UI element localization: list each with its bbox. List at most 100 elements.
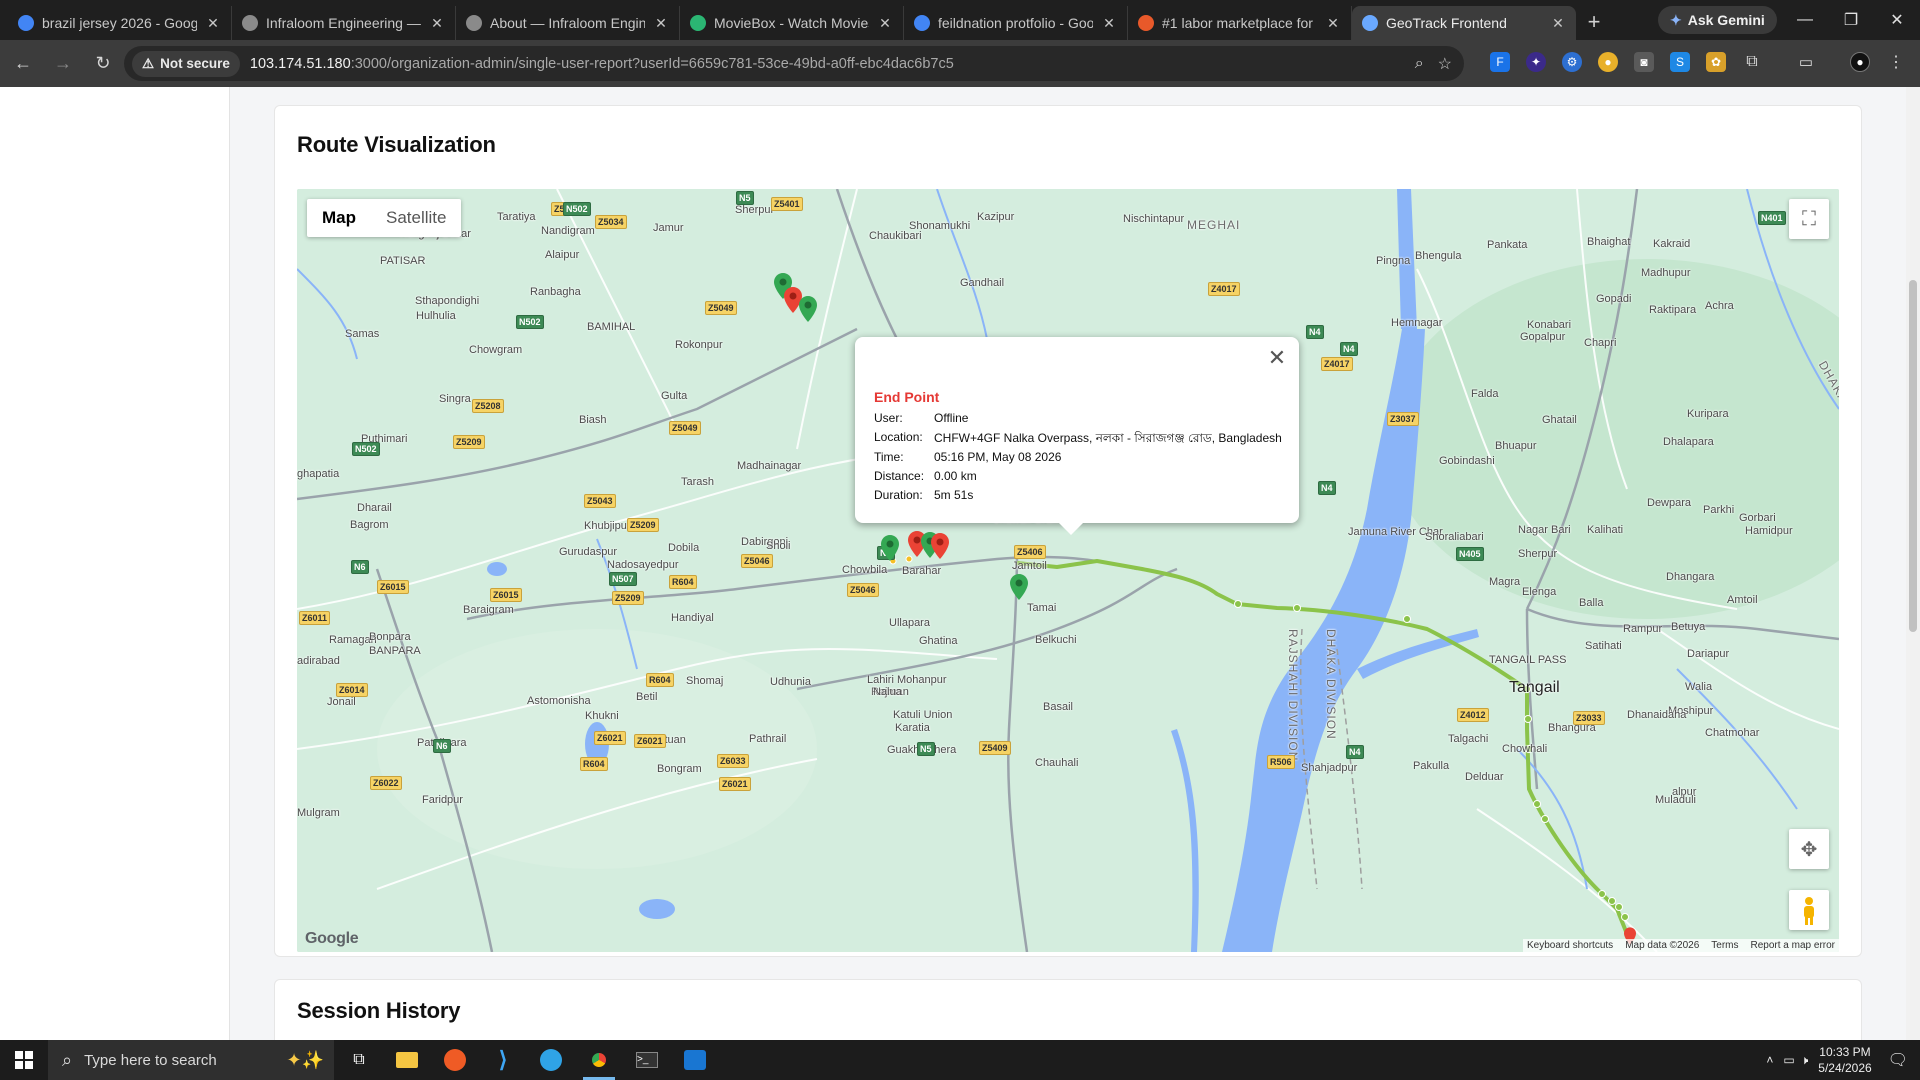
map-type-map-button[interactable]: Map xyxy=(307,199,371,237)
map-place-label: Parkhi xyxy=(1703,504,1735,516)
map-place-label: Jonail xyxy=(327,696,356,708)
browser-tab[interactable]: Infraloom Engineering — Pro ✕ xyxy=(232,6,456,40)
close-tab-icon[interactable]: ✕ xyxy=(653,15,669,32)
volume-icon[interactable]: 🕨 xyxy=(1801,1053,1809,1068)
notification-icon[interactable]: 🗨 xyxy=(1888,1050,1908,1070)
start-marker-pin[interactable] xyxy=(881,535,899,561)
forward-icon[interactable]: → xyxy=(46,47,80,81)
restore-window-icon[interactable]: ❐ xyxy=(1828,0,1874,40)
session-history-title: Session History xyxy=(297,998,461,1023)
end-marker-pin[interactable] xyxy=(931,533,949,559)
map-data-text: Map data ©2026 xyxy=(1625,940,1700,951)
camera-control-icon[interactable]: ✥ xyxy=(1789,829,1829,869)
edge-icon[interactable] xyxy=(527,1040,575,1080)
close-tab-icon[interactable]: ✕ xyxy=(1325,15,1341,32)
map-place-label: Tarash xyxy=(681,476,715,488)
task-view-icon[interactable]: ⧉ xyxy=(335,1040,383,1080)
chrome-icon[interactable] xyxy=(575,1040,623,1080)
map-place-label: Mulgram xyxy=(297,807,340,819)
map-type-satellite-button[interactable]: Satellite xyxy=(371,199,461,237)
profile-avatar-icon[interactable]: ● xyxy=(1850,52,1870,72)
sidebar-toggle-icon[interactable]: ▭ xyxy=(1796,52,1816,72)
map-place-label: Khukni xyxy=(585,710,619,722)
ask-gemini-button[interactable]: ✦ Ask Gemini xyxy=(1658,6,1777,34)
new-tab-icon[interactable]: + xyxy=(1576,6,1612,40)
start-marker-pin[interactable] xyxy=(1010,574,1028,600)
browser-tab[interactable]: feildnation protfolio - Googl ✕ xyxy=(904,6,1128,40)
map-place-label: Hemnagar xyxy=(1391,317,1443,329)
extensions-puzzle-icon[interactable]: ⧉ xyxy=(1742,52,1762,72)
road-shield: R604 xyxy=(669,575,697,589)
close-tab-icon[interactable]: ✕ xyxy=(1550,15,1566,32)
report-map-error-link[interactable]: Report a map error xyxy=(1751,940,1835,951)
street-view-pegman-icon[interactable] xyxy=(1789,890,1829,930)
extension-fj-icon[interactable]: F xyxy=(1490,52,1510,72)
minimize-window-icon[interactable]: — xyxy=(1782,0,1828,40)
not-secure-badge[interactable]: ⚠ Not secure xyxy=(132,50,240,77)
fullscreen-icon[interactable]: ⛶ xyxy=(1789,199,1829,239)
chevron-up-icon[interactable]: ˄ xyxy=(1766,1053,1773,1067)
info-row-distance: Distance: 0.00 km xyxy=(874,469,977,483)
close-tab-icon[interactable]: ✕ xyxy=(1101,15,1117,32)
close-tab-icon[interactable]: ✕ xyxy=(205,15,221,32)
close-icon[interactable]: ✕ xyxy=(1265,347,1289,371)
map-place-label: Madhainagar xyxy=(737,460,802,472)
browser-tab[interactable]: GeoTrack Frontend ✕ xyxy=(1352,6,1576,40)
zoom-icon[interactable]: ⌕ xyxy=(1415,55,1424,73)
map-place-label: Gandhail xyxy=(960,277,1005,289)
bookmark-star-icon[interactable]: ☆ xyxy=(1438,54,1452,74)
warning-icon: ⚠ xyxy=(142,55,155,71)
map-place-label: Pingna xyxy=(1376,255,1411,267)
road-shield: N5 xyxy=(917,742,935,756)
browser-tab[interactable]: brazil jersey 2026 - Google S ✕ xyxy=(8,6,232,40)
photos-icon[interactable] xyxy=(671,1040,719,1080)
browser-tab[interactable]: About — Infraloom Engineer ✕ xyxy=(456,6,680,40)
close-tab-icon[interactable]: ✕ xyxy=(429,15,445,32)
extension-gear-icon[interactable]: ⚙ xyxy=(1562,52,1582,72)
browser-tab[interactable]: MovieBox - Watch Movies Fr ✕ xyxy=(680,6,904,40)
terminal-icon[interactable]: >_ xyxy=(623,1040,671,1080)
map-place-label: Raktipara xyxy=(1649,304,1697,316)
map-place-label: Chapri xyxy=(1584,337,1617,349)
file-explorer-icon[interactable] xyxy=(383,1040,431,1080)
close-tab-icon[interactable]: ✕ xyxy=(877,15,893,32)
road-shield: N6 xyxy=(433,739,451,753)
extension-camera-icon[interactable]: ◙ xyxy=(1634,52,1654,72)
route-map[interactable]: TaratiyaKaligonj BazarPATISARNandigramAl… xyxy=(297,189,1839,952)
extension-s-icon[interactable]: S xyxy=(1670,52,1690,72)
address-bar[interactable]: ⚠ Not secure 103.174.51.180:3000/organiz… xyxy=(124,46,1464,81)
keyboard-shortcuts-link[interactable]: Keyboard shortcuts xyxy=(1527,940,1613,951)
taskbar-clock[interactable]: 10:33 PM 5/24/2026 xyxy=(1818,1044,1871,1076)
extension-flower-icon[interactable]: ✿ xyxy=(1706,52,1726,72)
extension-star-icon[interactable]: ✦ xyxy=(1526,52,1546,72)
postman-icon[interactable] xyxy=(431,1040,479,1080)
map-place-label: Rokonpur xyxy=(675,339,723,351)
start-marker-pin[interactable] xyxy=(799,296,817,322)
terms-link[interactable]: Terms xyxy=(1711,940,1738,951)
page-scrollbar[interactable] xyxy=(1906,87,1920,1040)
map-place-label: Basail xyxy=(1043,701,1073,713)
info-value: Offline xyxy=(934,411,969,425)
windows-start-icon[interactable] xyxy=(0,1040,48,1080)
close-window-icon[interactable]: ✕ xyxy=(1874,0,1920,40)
map-place-label: PATISAR xyxy=(380,255,426,267)
road-shield: Z6021 xyxy=(594,731,626,745)
browser-tab[interactable]: #1 labor marketplace for IT f ✕ xyxy=(1128,6,1352,40)
back-icon[interactable]: ← xyxy=(6,47,40,81)
reload-icon[interactable]: ↻ xyxy=(86,47,120,81)
road-shield: N507 xyxy=(609,572,637,586)
road-shield: Z6015 xyxy=(377,580,409,594)
browser-menu-icon[interactable]: ⋮ xyxy=(1886,52,1906,72)
vscode-icon[interactable]: ⟩ xyxy=(479,1040,527,1080)
page-viewport: Route Visualization Taratiya PATISAR Nan… xyxy=(0,87,1920,1040)
info-value: 5m 51s xyxy=(934,488,974,502)
extension-globe-icon[interactable]: ● xyxy=(1598,52,1618,72)
network-icon[interactable]: ▭ xyxy=(1783,1053,1794,1067)
map-place-label: Satihati xyxy=(1585,640,1622,652)
tab-title: MovieBox - Watch Movies Fr xyxy=(714,15,869,31)
taskbar-search-box[interactable]: ⌕ Type here to search ✦✨ xyxy=(48,1040,334,1080)
map-place-label: Gulta xyxy=(661,390,688,402)
map-place-label: Kazipur xyxy=(977,211,1015,223)
scrollbar-thumb[interactable] xyxy=(1909,280,1917,632)
map-attribution: Keyboard shortcuts Map data ©2026 Terms … xyxy=(1523,939,1839,952)
